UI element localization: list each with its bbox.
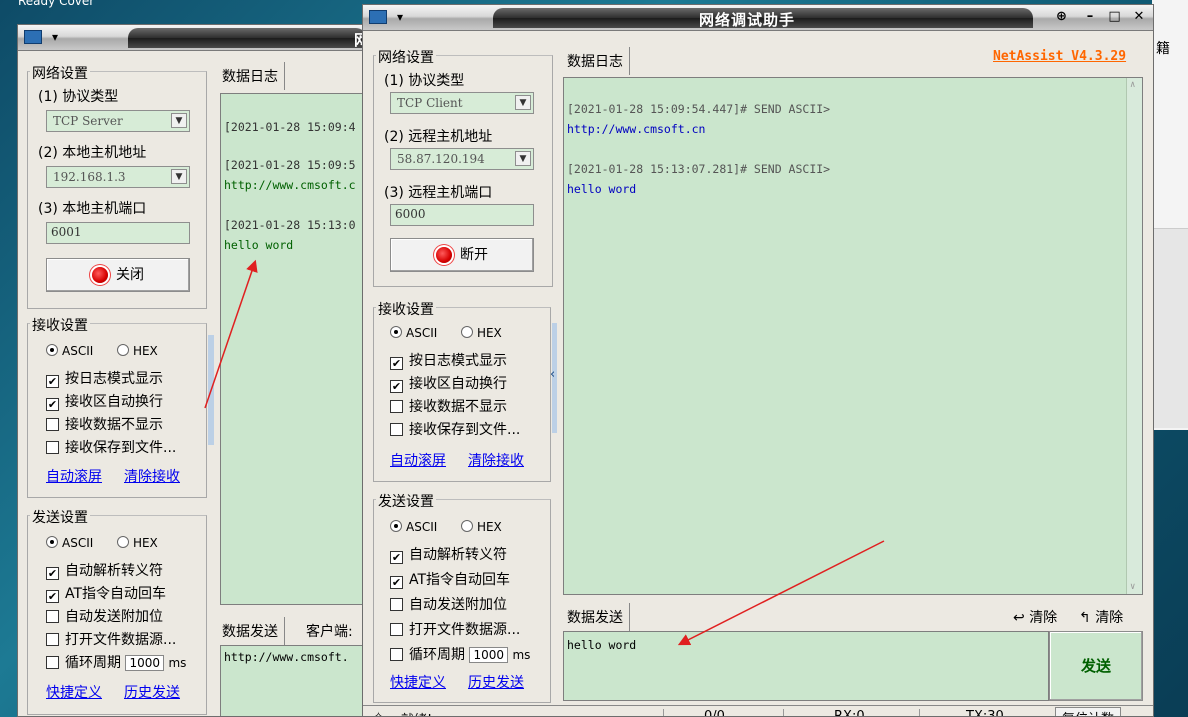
annotation-overlay — [204, 259, 885, 646]
annotation-arrow — [204, 259, 258, 409]
annotation-arrow — [677, 540, 885, 646]
